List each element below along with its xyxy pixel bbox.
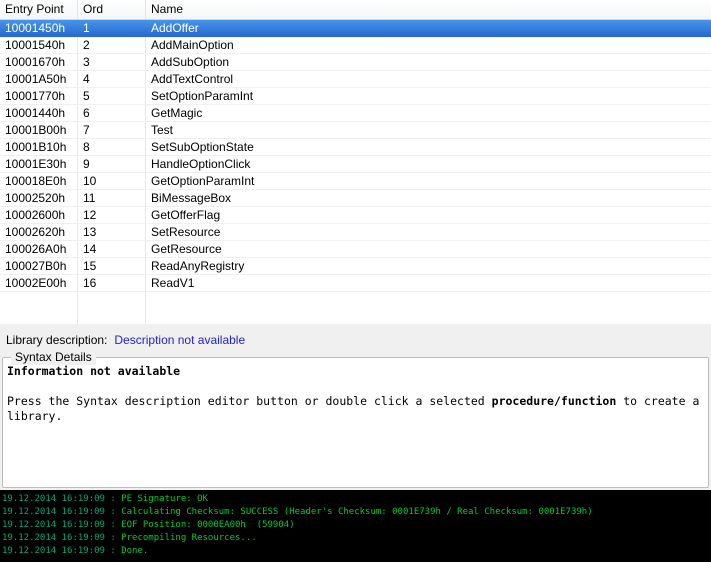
cell-entry: 10001540h xyxy=(0,37,78,54)
header-name[interactable]: Name xyxy=(146,0,711,19)
cell-name: Test xyxy=(146,122,711,139)
cell-entry: 10001B10h xyxy=(0,139,78,156)
cell-ord: 10 xyxy=(78,173,146,190)
cell-name: ReadAnyRegistry xyxy=(146,258,711,275)
table-row[interactable]: 10002600h12GetOfferFlag xyxy=(0,207,711,224)
log-timestamp: 19.12.2014 16:19:09 : xyxy=(2,533,121,543)
cell-name: ReadV1 xyxy=(146,275,711,292)
table-row[interactable]: 10001540h2AddMainOption xyxy=(0,37,711,54)
table-body: 10001450h1AddOffer10001540h2AddMainOptio… xyxy=(0,20,711,292)
table-row[interactable]: 100018E0h10GetOptionParamInt xyxy=(0,173,711,190)
cell-entry: 100018E0h xyxy=(0,173,78,190)
cell-ord: 1 xyxy=(78,20,146,37)
table-row[interactable]: 10001450h1AddOffer xyxy=(0,20,711,37)
table-row[interactable]: 10001770h5SetOptionParamInt xyxy=(0,88,711,105)
syntax-help-text: Press the Syntax description editor butt… xyxy=(7,394,492,408)
cell-ord: 8 xyxy=(78,139,146,156)
table-row[interactable]: 10001670h3AddSubOption xyxy=(0,54,711,71)
library-description-row: Library description: Description not ava… xyxy=(0,324,711,356)
table-row[interactable]: 10002E00h16ReadV1 xyxy=(0,275,711,292)
cell-name: BiMessageBox xyxy=(146,190,711,207)
cell-name: AddTextControl xyxy=(146,71,711,88)
log-timestamp: 19.12.2014 16:19:09 : xyxy=(2,494,121,504)
cell-ord: 11 xyxy=(78,190,146,207)
cell-ord: 6 xyxy=(78,105,146,122)
header-entry-point[interactable]: Entry Point xyxy=(0,0,78,19)
cell-entry: 10001E30h xyxy=(0,156,78,173)
cell-entry: 100026A0h xyxy=(0,241,78,258)
table-row[interactable]: 10001440h6GetMagic xyxy=(0,105,711,122)
cell-entry: 10002E00h xyxy=(0,275,78,292)
log-timestamp: 19.12.2014 16:19:09 : xyxy=(2,546,121,556)
syntax-details-group: Syntax Details Information not available… xyxy=(2,357,709,488)
cell-ord: 9 xyxy=(78,156,146,173)
cell-name: GetResource xyxy=(146,241,711,258)
log-message: Calculating Checksum: SUCCESS (Header's … xyxy=(121,507,592,517)
cell-name: SetSubOptionState xyxy=(146,139,711,156)
cell-ord: 13 xyxy=(78,224,146,241)
log-message: EOF Position: 0000EA00h (59904) xyxy=(121,520,294,530)
cell-entry: 10001670h xyxy=(0,54,78,71)
log-line: 19.12.2014 16:19:09 : Done. xyxy=(2,545,711,558)
table-row[interactable]: 10001A50h4AddTextControl xyxy=(0,71,711,88)
cell-entry: 10001440h xyxy=(0,105,78,122)
log-line: 19.12.2014 16:19:09 : PE Signature: OK xyxy=(2,493,711,506)
cell-entry: 100027B0h xyxy=(0,258,78,275)
cell-name: AddSubOption xyxy=(146,54,711,71)
log-line: 19.12.2014 16:19:09 : Precompiling Resou… xyxy=(2,532,711,545)
library-description-label: Library description: xyxy=(6,333,107,347)
table-row[interactable]: 10002620h13SetResource xyxy=(0,224,711,241)
cell-ord: 4 xyxy=(78,71,146,88)
log-line: 19.12.2014 16:19:09 : Calculating Checks… xyxy=(2,506,711,519)
syntax-help-line: Press the Syntax description editor butt… xyxy=(7,394,704,424)
cell-name: GetOfferFlag xyxy=(146,207,711,224)
cell-ord: 3 xyxy=(78,54,146,71)
cell-name: GetMagic xyxy=(146,105,711,122)
cell-entry: 10001B00h xyxy=(0,122,78,139)
cell-ord: 2 xyxy=(78,37,146,54)
cell-entry: 10002600h xyxy=(0,207,78,224)
cell-entry: 10001770h xyxy=(0,88,78,105)
log-line: 19.12.2014 16:19:09 : EOF Position: 0000… xyxy=(2,519,711,532)
cell-entry: 10002520h xyxy=(0,190,78,207)
cell-ord: 12 xyxy=(78,207,146,224)
cell-name: SetResource xyxy=(146,224,711,241)
syntax-help-bold-text: procedure/function xyxy=(492,394,617,408)
table-row[interactable]: 100027B0h15ReadAnyRegistry xyxy=(0,258,711,275)
cell-entry: 10001A50h xyxy=(0,71,78,88)
table-row[interactable]: 10001B00h7Test xyxy=(0,122,711,139)
cell-ord: 16 xyxy=(78,275,146,292)
log-console[interactable]: 19.12.2014 16:19:09 : PE Signature: OK19… xyxy=(0,490,711,562)
cell-ord: 15 xyxy=(78,258,146,275)
syntax-info-line: Information not available xyxy=(7,364,704,379)
table-header: Entry Point Ord Name xyxy=(0,0,711,20)
log-message: Precompiling Resources... xyxy=(121,533,256,543)
export-function-list: Entry Point Ord Name 10001450h1AddOffer1… xyxy=(0,0,711,324)
cell-entry: 10001450h xyxy=(0,20,78,37)
table-row[interactable]: 100026A0h14GetResource xyxy=(0,241,711,258)
table-row[interactable]: 10002520h11BiMessageBox xyxy=(0,190,711,207)
cell-name: AddMainOption xyxy=(146,37,711,54)
cell-name: HandleOptionClick xyxy=(146,156,711,173)
header-ord[interactable]: Ord xyxy=(78,0,146,19)
cell-name: SetOptionParamInt xyxy=(146,88,711,105)
cell-entry: 10002620h xyxy=(0,224,78,241)
table-row[interactable]: 10001E30h9HandleOptionClick xyxy=(0,156,711,173)
syntax-details-title: Syntax Details xyxy=(11,350,96,365)
cell-name: AddOffer xyxy=(146,20,711,37)
log-timestamp: 19.12.2014 16:19:09 : xyxy=(2,507,121,517)
log-message: Done. xyxy=(121,546,148,556)
log-timestamp: 19.12.2014 16:19:09 : xyxy=(2,520,121,530)
cell-name: GetOptionParamInt xyxy=(146,173,711,190)
syntax-details-memo[interactable]: Information not available Press the Synt… xyxy=(7,364,704,483)
table-row[interactable]: 10001B10h8SetSubOptionState xyxy=(0,139,711,156)
library-description-value: Description not available xyxy=(114,333,245,347)
cell-ord: 7 xyxy=(78,122,146,139)
cell-ord: 14 xyxy=(78,241,146,258)
cell-ord: 5 xyxy=(78,88,146,105)
log-message: PE Signature: OK xyxy=(121,494,208,504)
